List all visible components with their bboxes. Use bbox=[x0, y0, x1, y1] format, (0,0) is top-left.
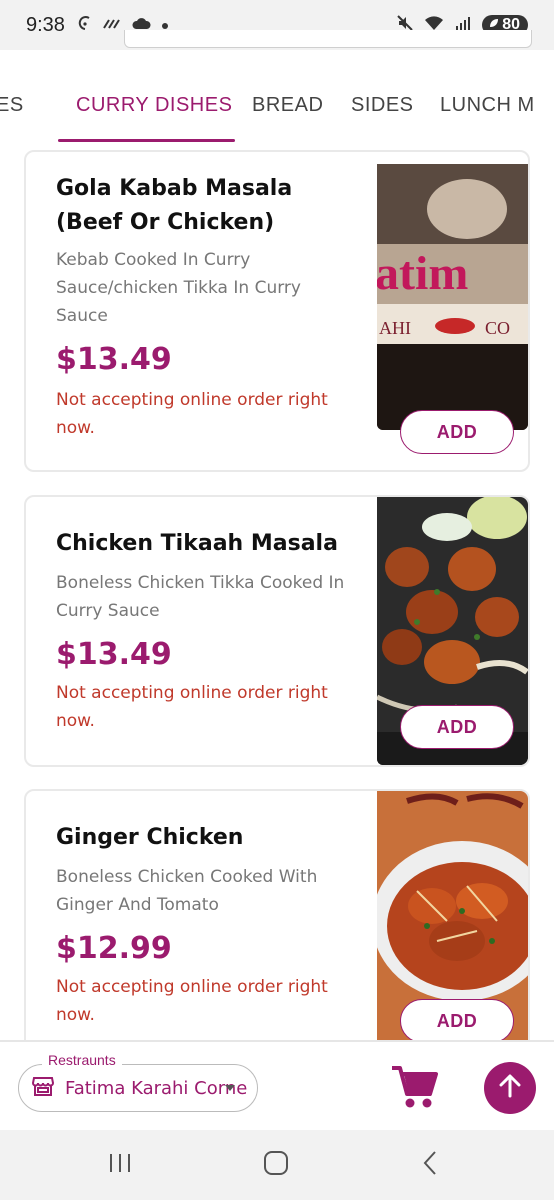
add-to-cart-button[interactable]: ADD bbox=[400, 705, 514, 749]
menu-item-description: Kebab Cooked In Curry Sauce/chicken Tikk… bbox=[56, 250, 301, 326]
menu-item-description: Boneless Chicken Tikka Cooked In Curry S… bbox=[56, 573, 345, 621]
menu-item-description: Boneless Chicken Cooked With Ginger And … bbox=[56, 867, 318, 915]
category-tabs: ES CURRY DISHES BREAD SIDES LUNCH M bbox=[0, 84, 554, 144]
restaurant-bar: Fatima Karahi Corne Restraunts bbox=[0, 1040, 554, 1130]
add-to-cart-button[interactable]: ADD bbox=[400, 999, 514, 1043]
menu-item-price: $13.49 bbox=[56, 637, 172, 672]
menu-item-card[interactable]: Chicken Tikaah Masala Boneless Chicken T… bbox=[24, 495, 530, 767]
cart-button[interactable] bbox=[390, 1064, 440, 1110]
menu-item-availability: Not accepting online order right now. bbox=[56, 390, 328, 438]
menu-item-price: $12.99 bbox=[56, 931, 172, 966]
recent-apps-button[interactable] bbox=[100, 1148, 140, 1182]
menu-item-title: Ginger Chicken bbox=[56, 825, 244, 850]
arrow-up-icon bbox=[497, 1073, 523, 1103]
svg-text:atim: atim bbox=[377, 247, 468, 300]
system-nav-bar bbox=[0, 1130, 554, 1200]
back-icon bbox=[421, 1150, 439, 1180]
signal-strike-icon bbox=[103, 16, 121, 34]
status-time: 9:38 bbox=[26, 13, 65, 36]
active-tab-indicator bbox=[58, 139, 235, 142]
recent-apps-icon bbox=[107, 1152, 133, 1178]
menu-item-card[interactable]: Ginger Chicken Boneless Chicken Cooked W… bbox=[24, 789, 530, 1059]
search-bar-edge[interactable] bbox=[124, 30, 532, 48]
menu-item-title: Chicken Tikaah Masala bbox=[56, 531, 338, 556]
hotspot-icon bbox=[77, 15, 93, 35]
dropdown-arrow-icon bbox=[225, 1085, 235, 1091]
svg-text:AHI: AHI bbox=[379, 318, 411, 338]
menu-item-image: atim AHI CO bbox=[377, 164, 528, 430]
scroll-to-top-button[interactable] bbox=[484, 1062, 536, 1114]
menu-item-card[interactable]: Gola Kabab Masala (Beef Or Chicken) Keba… bbox=[24, 150, 530, 472]
menu-item-availability: Not accepting online order right now. bbox=[56, 977, 328, 1025]
restaurant-dropdown[interactable]: Fatima Karahi Corne bbox=[18, 1064, 258, 1112]
home-icon bbox=[263, 1150, 289, 1180]
store-icon bbox=[31, 1074, 55, 1102]
add-to-cart-button[interactable]: ADD bbox=[400, 410, 514, 454]
tab-curry-dishes[interactable]: CURRY DISHES bbox=[76, 94, 232, 117]
menu-item-availability: Not accepting online order right now. bbox=[56, 683, 328, 731]
back-button[interactable] bbox=[410, 1148, 450, 1182]
tab-lunch[interactable]: LUNCH M bbox=[440, 94, 535, 117]
cart-icon bbox=[390, 1066, 440, 1114]
menu-item-price: $13.49 bbox=[56, 342, 172, 377]
tab-sides[interactable]: SIDES bbox=[351, 94, 414, 117]
svg-text:CO: CO bbox=[485, 318, 510, 338]
restaurant-field-label: Restraunts bbox=[42, 1052, 122, 1068]
home-button[interactable] bbox=[256, 1148, 296, 1182]
menu-item-title: Gola Kabab Masala (Beef Or Chicken) bbox=[56, 176, 293, 235]
tab-bread[interactable]: BREAD bbox=[252, 94, 323, 117]
tab-appetizers[interactable]: ES bbox=[0, 94, 24, 117]
